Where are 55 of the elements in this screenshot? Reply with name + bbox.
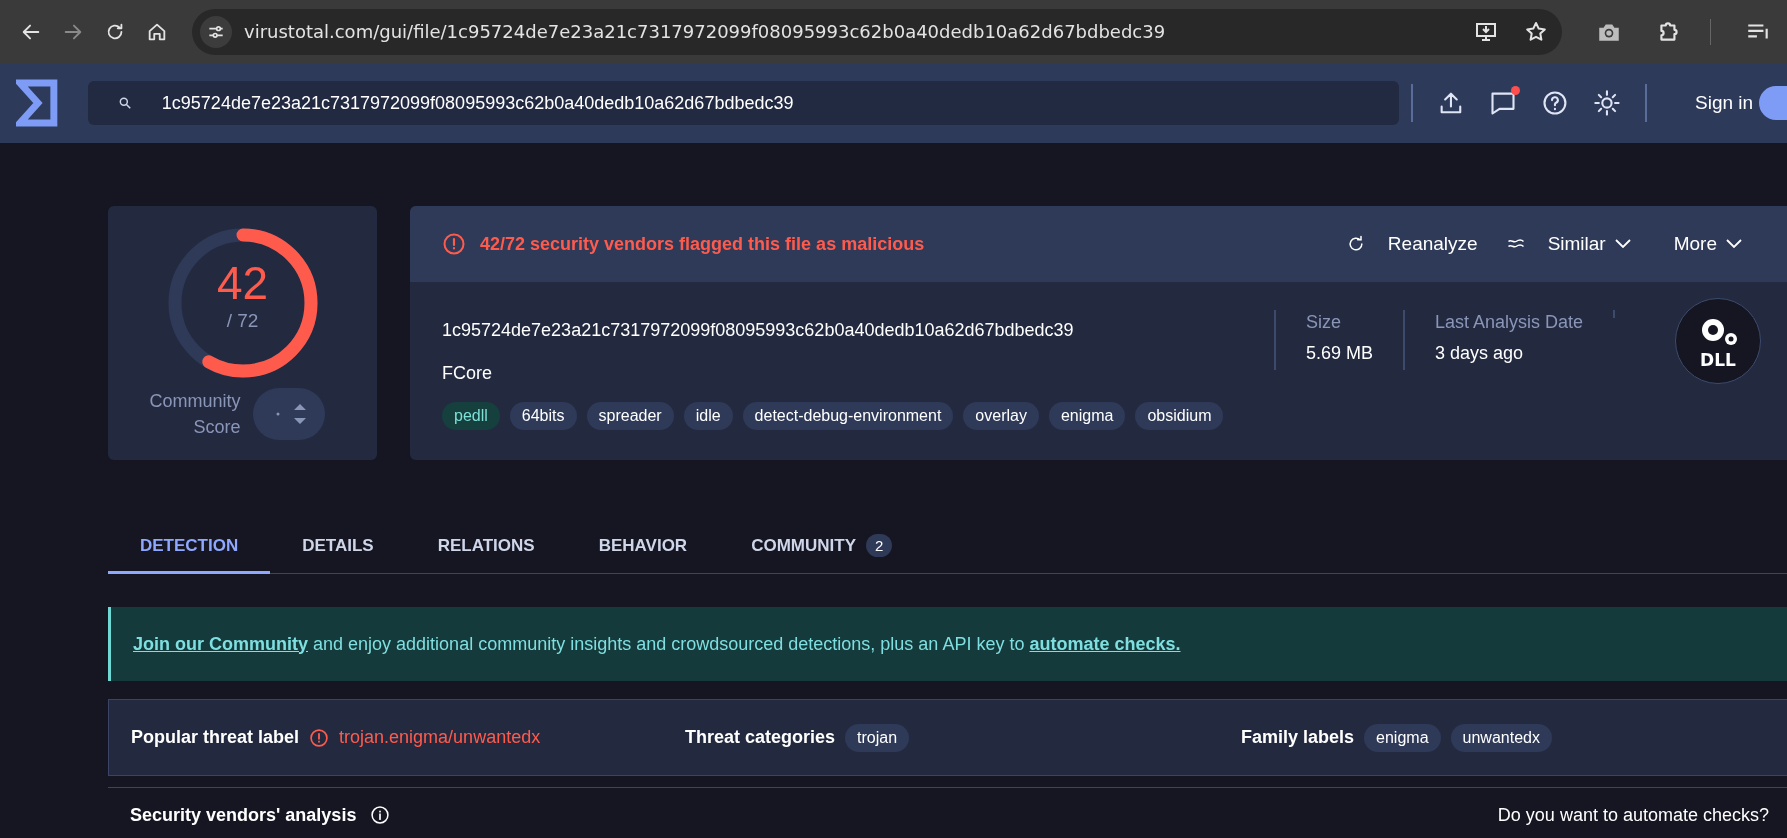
vote-control[interactable] [252,388,325,440]
file-hash: 1c95724de7e23a21c7317972099f08095993c62b0a40dedb10a62d67bdbedc39 [442,320,1075,341]
file-tag[interactable]: overlay [963,402,1039,430]
tab[interactable]: RELATIONS [405,524,567,574]
meta-label: Size [1305,312,1342,333]
file-tag[interactable]: obsidium [1135,402,1224,430]
caret-icon [1725,238,1743,250]
banner-link[interactable]: automate checks. [1029,633,1181,654]
chat-icon[interactable] [1489,89,1518,117]
threat-label: Popular threat label [131,727,300,748]
threat-tag[interactable]: unwantedx [1450,723,1552,752]
site-settings-button[interactable] [200,15,232,48]
star-icon[interactable] [1524,19,1548,44]
detection-count: 42 [216,256,269,310]
tab[interactable]: BEHAVIOR [566,524,720,574]
file-tag[interactable]: 64bits [509,402,577,430]
warning-icon [442,232,466,256]
caret-icon [1613,238,1632,250]
banner-text: Join our Community and enjoy additional community insights and crowdsourced detections, plus an API key to automate checks. [133,633,1181,655]
section-title: Security vendors' analysis [130,804,357,826]
meta-value: 5.69 MB [1305,343,1373,364]
logo-icon[interactable] [16,79,58,127]
warning-icon [309,727,330,748]
file-type-icon: DLL [1675,298,1761,384]
sun-icon[interactable] [1593,89,1622,117]
banner-link[interactable]: Join our Community [133,633,308,654]
alert-text: 42/72 security vendors flagged this file as malicious [480,233,925,255]
total-count: / 72 [226,310,259,332]
file-tag[interactable]: spreader [586,402,674,430]
threat-tag[interactable]: enigma [1364,723,1441,752]
file-tag[interactable]: idle [683,402,733,430]
community-score-label: Community Score [148,390,241,439]
tab[interactable]: COMMUNITY 2 [719,524,925,574]
meta-value: 3 days ago [1434,343,1524,364]
more-button[interactable]: More [1671,229,1759,259]
threat-label: Threat categories [685,727,836,748]
similar-button[interactable]: Similar [1503,229,1648,259]
info-icon[interactable] [370,805,391,825]
file-name: FCore [442,363,493,384]
threat-label: Family labels [1241,727,1355,748]
tab[interactable]: DETAILS [270,524,406,574]
meta-label: Last Analysis Date [1434,312,1583,333]
tab[interactable]: DETECTION [108,524,271,574]
avatar[interactable] [1759,86,1787,120]
sign-in-button[interactable]: Sign in [1689,88,1760,118]
threat-tag[interactable]: trojan [845,723,910,752]
search-field[interactable]: 1c95724de7e23a21c7317972099f08095993c62b0a40dedb10a62d67bdbedc39 [87,81,1400,125]
threat-value: trojan.enigma/unwantedx [339,727,541,748]
file-tag[interactable]: enigma [1048,402,1126,430]
reanalyze-button[interactable]: Reanalyze [1343,229,1480,259]
file-tag[interactable]: detect-debug-environment [742,402,954,430]
file-tag[interactable]: pedll [442,402,500,430]
notification-dot [1511,86,1521,95]
automate-prompt[interactable]: Do you want to automate checks? [1497,804,1769,826]
count-badge: 2 [866,534,893,557]
